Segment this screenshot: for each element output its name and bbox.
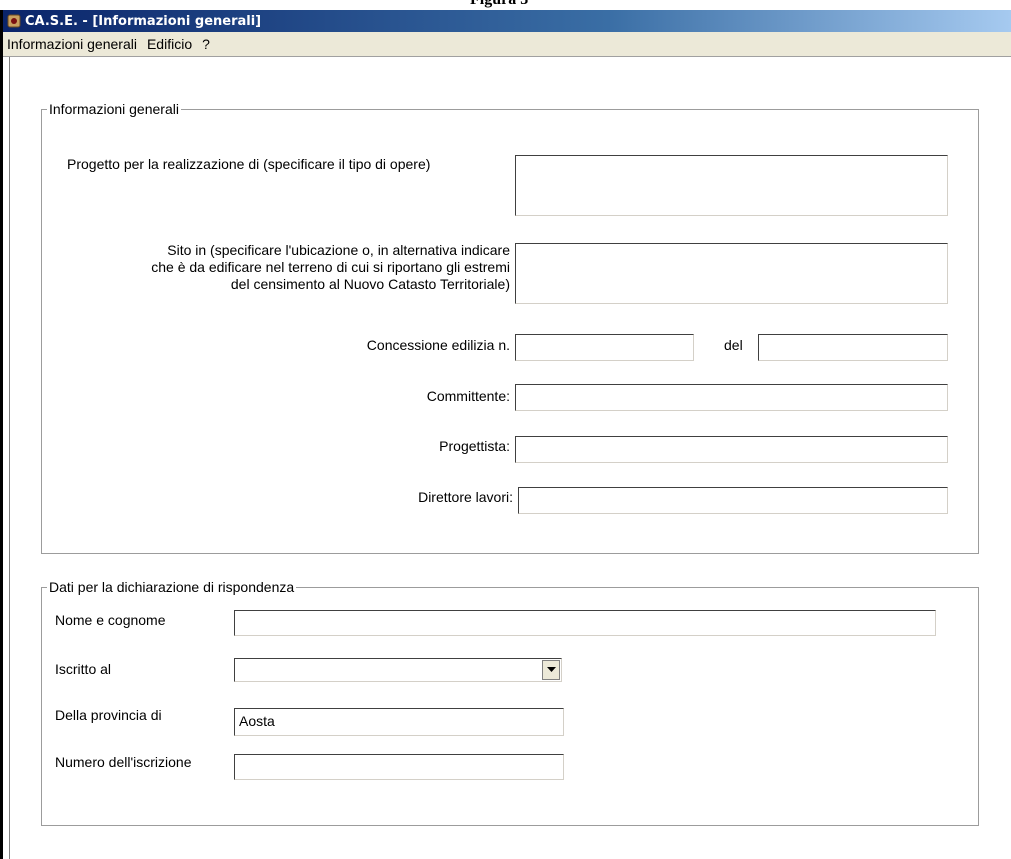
committente-field[interactable]: [515, 384, 948, 411]
menu-edificio[interactable]: Edificio: [143, 36, 198, 52]
iscritto-select[interactable]: [234, 658, 562, 682]
direttore-field[interactable]: [518, 487, 948, 514]
menu-informazioni-generali[interactable]: Informazioni generali: [3, 36, 143, 52]
nome-field[interactable]: [234, 610, 936, 636]
numero-field[interactable]: [234, 754, 564, 780]
dropdown-button[interactable]: [542, 660, 560, 680]
committente-label: Committente:: [426, 388, 510, 404]
provincia-label: Della provincia di: [55, 707, 162, 723]
declaration-legend: Dati per la dichiarazione di rispondenza: [47, 579, 297, 595]
sito-label-line-3: del censimento al Nuovo Catasto Territor…: [230, 276, 510, 292]
provincia-field[interactable]: Aosta: [234, 708, 564, 736]
general-info-group: Informazioni generali Progetto per la re…: [41, 101, 979, 554]
window-title: CA.S.E. - [Informazioni generali]: [25, 13, 262, 29]
figure-caption: Figura 3: [470, 0, 528, 9]
concessione-field[interactable]: [515, 334, 694, 361]
del-label: del: [724, 337, 743, 353]
sito-label-line-2: che è da edificare nel terreno di cui si…: [151, 259, 510, 275]
sito-label: Sito in (specificare l'ubicazione o, in …: [62, 242, 510, 293]
sito-label-line-1: Sito in (specificare l'ubicazione o, in …: [167, 242, 510, 258]
sito-field[interactable]: [515, 243, 948, 304]
general-info-legend: Informazioni generali: [47, 101, 181, 117]
form-area: Informazioni generali Progetto per la re…: [9, 57, 1011, 859]
numero-label: Numero dell'iscrizione: [55, 754, 192, 770]
chevron-down-icon: [546, 667, 556, 672]
progettista-field[interactable]: [515, 436, 948, 463]
declaration-group: Dati per la dichiarazione di rispondenza…: [41, 579, 979, 826]
nome-label: Nome e cognome: [55, 612, 166, 628]
del-field[interactable]: [758, 334, 948, 361]
direttore-label: Direttore lavori:: [418, 489, 513, 505]
menu-help[interactable]: ?: [198, 36, 216, 52]
menu-bar: Informazioni generali Edificio ?: [3, 32, 1011, 57]
progetto-label: Progetto per la realizzazione di (specif…: [67, 156, 431, 172]
app-icon: [7, 14, 21, 28]
iscritto-label: Iscritto al: [55, 661, 112, 677]
title-bar[interactable]: CA.S.E. - [Informazioni generali]: [3, 10, 1011, 32]
app-window: CA.S.E. - [Informazioni generali] Inform…: [0, 10, 1011, 859]
concessione-label: Concessione edilizia n.: [366, 337, 510, 353]
progetto-field[interactable]: [515, 155, 948, 216]
progettista-label: Progettista:: [439, 438, 510, 454]
